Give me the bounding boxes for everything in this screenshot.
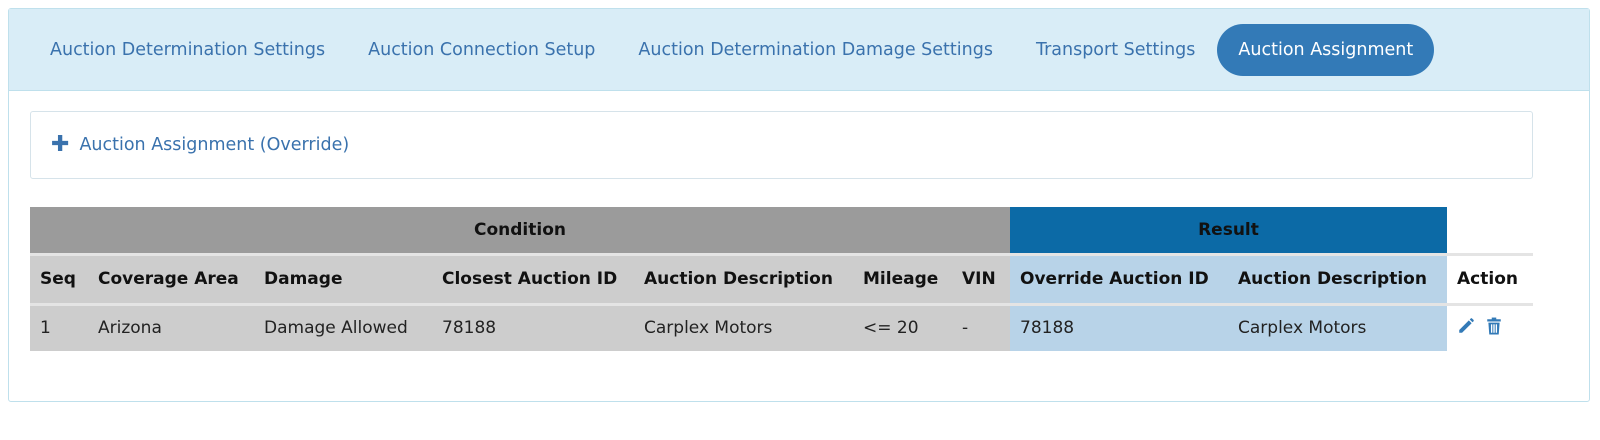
tab-transport-settings[interactable]: Transport Settings [1015,24,1216,76]
override-collapse-toggle[interactable]: ✚ Auction Assignment (Override) [30,111,1533,179]
plus-icon: ✚ [51,132,70,157]
col-auction-description[interactable]: Auction Description [634,252,853,306]
cell-closest-auction-id: 78188 [432,304,634,351]
override-label: Auction Assignment (Override) [79,135,350,155]
group-header-row: Condition Result [30,207,1533,255]
col-damage[interactable]: Damage [254,252,432,306]
tab-bar: Auction Determination Settings Auction C… [9,9,1589,91]
col-closest-auction-id[interactable]: Closest Auction ID [432,252,634,306]
col-override-auction-id[interactable]: Override Auction ID [1010,252,1228,306]
settings-panel: Auction Determination Settings Auction C… [8,8,1590,402]
tab-auction-connection-setup[interactable]: Auction Connection Setup [347,24,616,76]
table-row: 1 Arizona Damage Allowed 78188 Carplex M… [30,304,1533,351]
cell-seq: 1 [30,304,88,351]
condition-group-header: Condition [30,207,1010,254]
cell-override-auction-id: 78188 [1010,304,1228,351]
trash-icon[interactable] [1486,317,1502,340]
tab-auction-determination-damage-settings[interactable]: Auction Determination Damage Settings [617,24,1014,76]
group-header-spacer [1447,207,1533,255]
cell-result-auction-description: Carplex Motors [1228,304,1447,351]
col-seq[interactable]: Seq [30,252,88,306]
col-action: Action [1447,252,1533,306]
tab-auction-assignment[interactable]: Auction Assignment [1217,23,1435,76]
col-mileage[interactable]: Mileage [853,252,952,306]
cell-damage: Damage Allowed [254,304,432,351]
col-coverage-area[interactable]: Coverage Area [88,252,254,306]
cell-actions [1447,304,1533,351]
auction-assignment-table: Condition Result Seq Coverage Area Damag… [30,207,1533,351]
tab-auction-determination-settings[interactable]: Auction Determination Settings [29,24,346,76]
result-group-header: Result [1010,207,1447,254]
cell-auction-description: Carplex Motors [634,304,853,351]
col-vin[interactable]: VIN [952,252,1010,306]
cell-mileage: <= 20 [853,304,952,351]
col-result-auction-description[interactable]: Auction Description [1228,252,1447,306]
edit-icon[interactable] [1457,317,1475,340]
cell-coverage-area: Arizona [88,304,254,351]
column-header-row: Seq Coverage Area Damage Closest Auction… [30,252,1533,306]
cell-vin: - [952,304,1010,351]
